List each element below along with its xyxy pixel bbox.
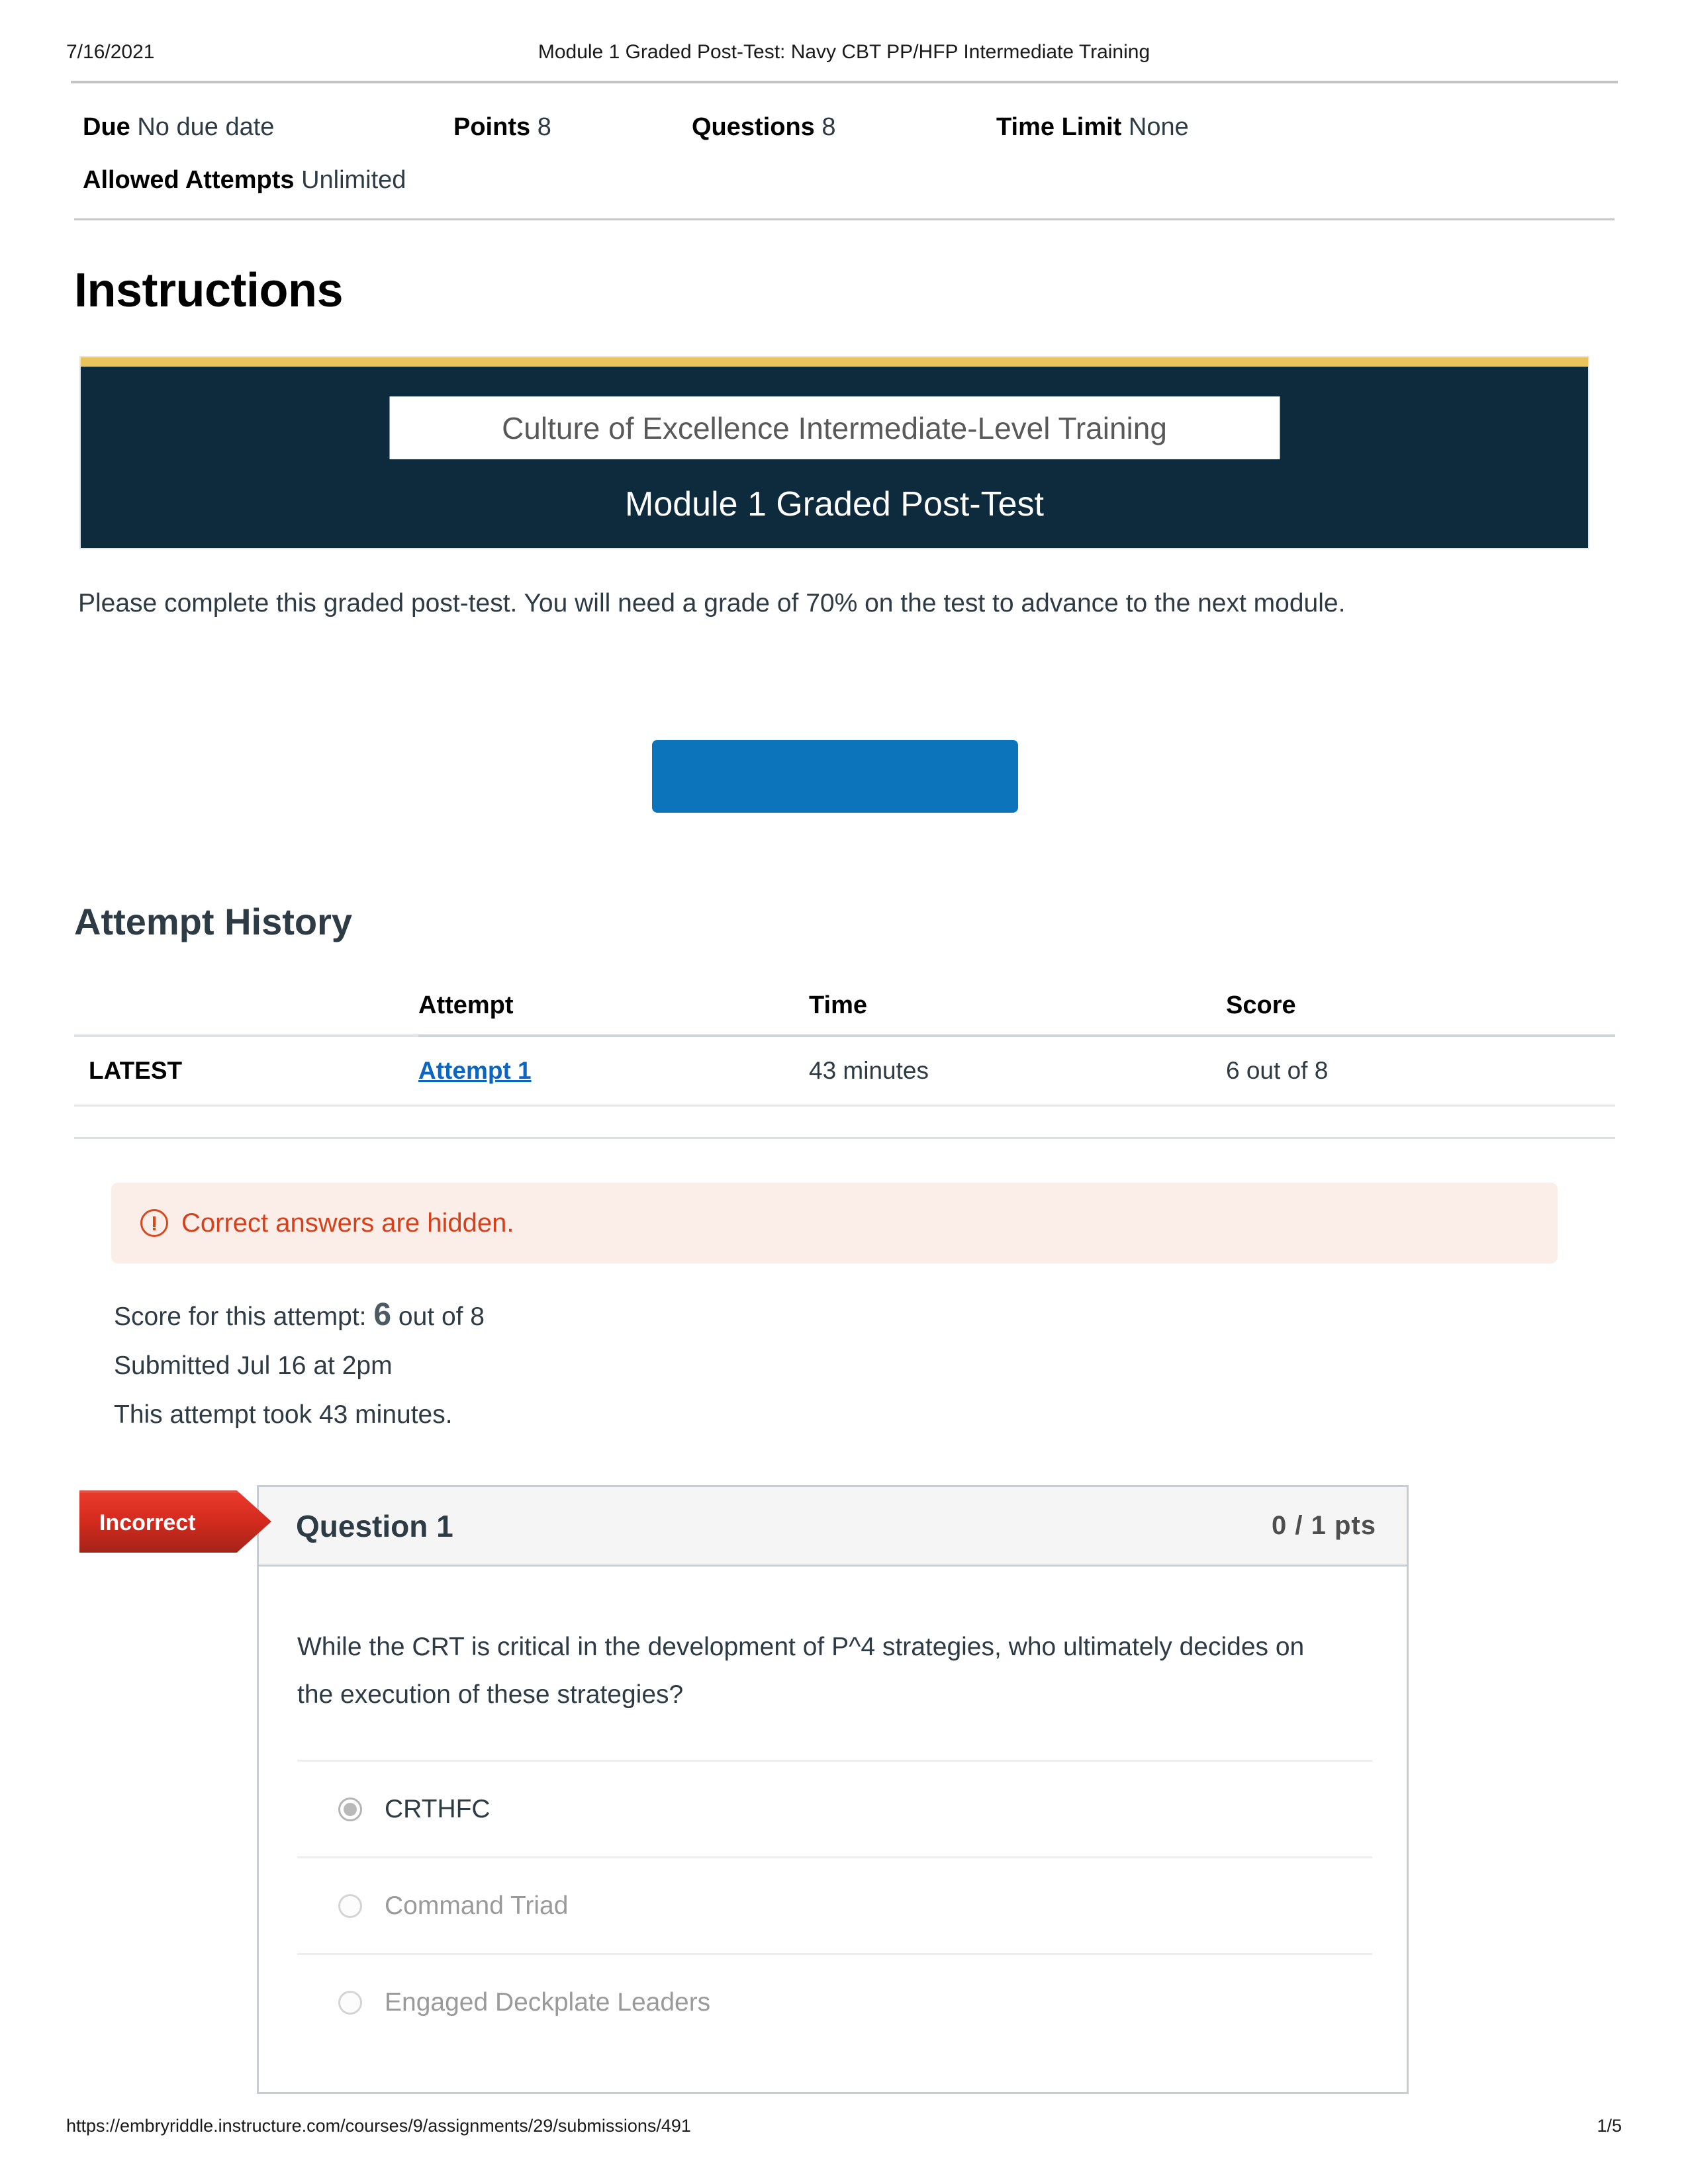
exclamation-circle-icon (140, 1209, 168, 1237)
col-latest (74, 986, 418, 1037)
answer-list: CRTHFC Command Triad Engaged Deckplate L… (259, 1760, 1407, 2050)
print-footer: https://embryriddle.instructure.com/cour… (66, 2116, 1622, 2136)
meta-questions-label: Questions (692, 113, 815, 141)
answer-option-3-label: Engaged Deckplate Leaders (385, 1987, 711, 2017)
meta-divider (74, 218, 1615, 220)
meta-points: Points 8 (453, 101, 692, 154)
score-suffix: out of 8 (398, 1302, 485, 1331)
meta-time-limit-label: Time Limit (996, 113, 1122, 141)
instructions-heading: Instructions (74, 264, 344, 317)
footer-url: https://embryriddle.instructure.com/cour… (66, 2116, 691, 2136)
meta-attempts: Allowed Attempts Unlimited (83, 154, 406, 206)
footer-page-number: 1/5 (1597, 2116, 1622, 2136)
alert-message: Correct answers are hidden. (181, 1208, 514, 1238)
attempt-summary: Score for this attempt: 6 out of 8 Submi… (114, 1291, 485, 1439)
question-points: 0 / 1 pts (1272, 1511, 1376, 1540)
score-value: 6 (373, 1297, 392, 1332)
attempt-1-link[interactable]: Attempt 1 (418, 1057, 532, 1084)
question-1-card: Question 1 0 / 1 pts While the CRT is cr… (257, 1485, 1409, 2094)
question-header: Question 1 0 / 1 pts (259, 1487, 1407, 1567)
meta-time-limit: Time Limit None (996, 101, 1189, 154)
take-quiz-button[interactable] (652, 740, 1018, 813)
row-score: 6 out of 8 (1226, 1036, 1615, 1107)
answer-option-2-label: Command Triad (385, 1891, 569, 1920)
meta-points-value: 8 (537, 113, 551, 141)
meta-due: Due No due date (83, 101, 453, 154)
instructions-paragraph: Please complete this graded post-test. Y… (78, 589, 1346, 617)
course-banner: Culture of Excellence Intermediate-Level… (81, 357, 1588, 548)
quiz-results-page: 7/16/2021 Module 1 Graded Post-Test: Nav… (0, 0, 1688, 2184)
hidden-answers-alert: Correct answers are hidden. (111, 1183, 1558, 1263)
print-header: 7/16/2021 Module 1 Graded Post-Test: Nav… (66, 41, 1622, 71)
answer-option-2[interactable]: Command Triad (297, 1856, 1372, 1953)
print-title: Module 1 Graded Post-Test: Navy CBT PP/H… (538, 41, 1150, 63)
attempt-history-table: Attempt Time Score LATEST Attempt 1 43 m… (74, 986, 1615, 1107)
table-header-row: Attempt Time Score (74, 986, 1615, 1037)
banner-subtitle: Culture of Excellence Intermediate-Level… (502, 410, 1167, 445)
answer-option-1[interactable]: CRTHFC (297, 1760, 1372, 1856)
answer-option-1-label: CRTHFC (385, 1794, 491, 1823)
meta-attempts-label: Allowed Attempts (83, 166, 295, 194)
banner-subtitle-box: Culture of Excellence Intermediate-Level… (389, 396, 1280, 459)
table-bottom-divider (74, 1137, 1615, 1139)
row-time: 43 minutes (809, 1036, 1226, 1107)
status-badge-incorrect: Incorrect (79, 1490, 271, 1553)
meta-due-value: No due date (137, 113, 275, 141)
meta-questions-value: 8 (821, 113, 836, 141)
radio-button-icon[interactable] (338, 1797, 362, 1821)
quiz-meta: Due No due date Points 8 Questions 8 Tim… (83, 101, 1612, 206)
status-badge-label: Incorrect (99, 1510, 196, 1535)
answer-option-3[interactable]: Engaged Deckplate Leaders (297, 1953, 1372, 2050)
banner-title: Module 1 Graded Post-Test (625, 485, 1044, 523)
table-row: LATEST Attempt 1 43 minutes 6 out of 8 (74, 1036, 1615, 1107)
meta-points-label: Points (453, 113, 531, 141)
row-latest-flag: LATEST (74, 1036, 418, 1107)
row-attempt-cell: Attempt 1 (418, 1036, 809, 1107)
question-title: Question 1 (296, 1508, 453, 1543)
question-text: While the CRT is critical in the develop… (297, 1633, 1305, 1709)
meta-attempts-value: Unlimited (301, 166, 406, 194)
col-score: Score (1226, 986, 1615, 1037)
attempt-history-heading: Attempt History (74, 901, 353, 942)
meta-questions: Questions 8 (692, 101, 996, 154)
score-prefix: Score for this attempt: (114, 1302, 367, 1331)
score-line: Score for this attempt: 6 out of 8 (114, 1291, 485, 1342)
duration-line: This attempt took 43 minutes. (114, 1400, 453, 1429)
header-divider (71, 81, 1618, 83)
col-attempt: Attempt (418, 986, 809, 1037)
radio-button-icon[interactable] (338, 1990, 362, 2015)
meta-due-label: Due (83, 113, 130, 141)
col-time: Time (809, 986, 1226, 1037)
submitted-line: Submitted Jul 16 at 2pm (114, 1351, 393, 1380)
radio-button-icon[interactable] (338, 1893, 362, 1918)
meta-time-limit-value: None (1128, 113, 1189, 141)
